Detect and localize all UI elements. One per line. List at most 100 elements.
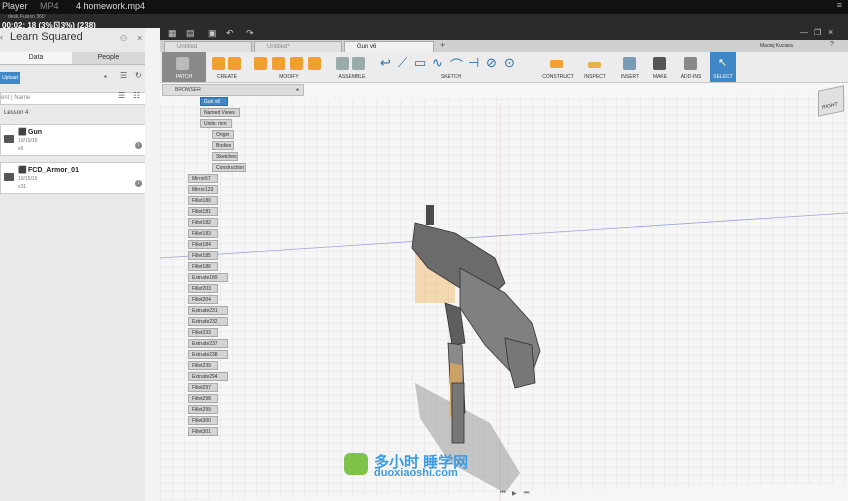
timeline-item[interactable]: Extrude232 (188, 317, 228, 326)
insert-menu[interactable]: INSERT (616, 52, 644, 82)
modify-menu[interactable]: MODIFY (250, 52, 328, 82)
timeline-item[interactable]: Extrude294 (188, 372, 228, 381)
timeline-item[interactable]: Fillet204 (188, 295, 218, 304)
timeline-item[interactable]: Fillet180 (188, 196, 218, 205)
timeline-item[interactable]: Fillet181 (188, 207, 218, 216)
browser-pin-icon[interactable]: ● (296, 85, 299, 95)
timeline-item[interactable]: Fillet239 (188, 361, 218, 370)
browser-panel-header[interactable]: BROWSER ● (162, 84, 304, 96)
user-name[interactable]: Maciej Kuciara (760, 43, 793, 49)
team-icon[interactable]: ⚇ (120, 34, 127, 43)
browser-node[interactable]: Named Views (200, 108, 240, 117)
back-arrow-icon[interactable]: ‹ (0, 32, 8, 44)
item-date: 10/15/15 (18, 138, 38, 144)
design-icon: ⬛ (18, 129, 27, 136)
doc-tab-gun[interactable]: Gun v6 (344, 41, 434, 52)
browser-node[interactable]: Origin (212, 130, 234, 139)
sketch-label: SKETCH (440, 74, 462, 80)
patch-icon (176, 57, 189, 70)
create-menu[interactable]: CREATE (210, 52, 244, 82)
timeline-item[interactable]: Fillet233 (188, 328, 218, 337)
window-close-icon[interactable]: × (828, 27, 833, 37)
view-cube[interactable]: RIGHT (818, 85, 844, 117)
player-menu-icon[interactable]: ≡ (837, 0, 842, 10)
timeline-item[interactable]: Extrude189 (188, 273, 228, 282)
timeline-item[interactable]: Mirror123 (188, 185, 218, 194)
inspect-menu[interactable]: INSPECT (580, 52, 610, 82)
project-title[interactable]: Learn Squared (10, 31, 83, 43)
new-folder-icon[interactable]: ▪ (104, 72, 112, 81)
panel-divider (145, 28, 160, 501)
timeline-item[interactable]: Extrude231 (188, 306, 228, 315)
timeline-item[interactable]: Fillet182 (188, 218, 218, 227)
timeline-item[interactable]: Fillet297 (188, 383, 218, 392)
viewport-canvas[interactable] (160, 83, 848, 501)
list-item[interactable]: ⬛ Gun 10/15/15 v6 i (0, 124, 146, 156)
measure-icon (588, 62, 601, 68)
upload-button[interactable]: Upload (0, 72, 20, 84)
breadcrumb-label: Lesson 4 (4, 110, 29, 116)
undo-icon[interactable]: ↶ (226, 28, 234, 39)
item-name: Gun (28, 129, 42, 136)
assemble-menu[interactable]: ASSEMBLE (334, 52, 370, 82)
timeline-item[interactable]: Fillet184 (188, 240, 218, 249)
timeline-item[interactable]: Fillet186 (188, 262, 218, 271)
insert-image-icon (623, 57, 636, 70)
play-forward-icon[interactable]: ⏭ (524, 490, 529, 497)
minimize-icon[interactable]: — (800, 28, 808, 37)
redo-icon[interactable]: ↷ (246, 28, 254, 39)
doc-tab-untitled-2[interactable]: Untitled* (254, 41, 342, 52)
refresh-icon[interactable]: ↻ (135, 71, 142, 80)
player-app-label[interactable]: Player (2, 1, 28, 11)
search-input[interactable]: Name (14, 95, 30, 101)
tab-people[interactable]: People (72, 52, 145, 64)
sort-icon[interactable]: ☷ (133, 91, 140, 100)
browser-node[interactable]: Construction (212, 163, 246, 172)
plane-icon (550, 60, 563, 68)
maximize-icon[interactable]: ❐ (814, 28, 821, 37)
file-icon[interactable]: ▤ (186, 28, 195, 39)
make-menu[interactable]: MAKE (646, 52, 674, 82)
timeline-item[interactable]: Mirror57 (188, 174, 218, 183)
close-icon[interactable]: × (137, 33, 142, 43)
data-panel: ‹ Learn Squared ⚇ × Data People Upload ▪… (0, 28, 160, 501)
info-icon[interactable]: i (135, 180, 142, 187)
data-tabs: Data People (0, 52, 145, 65)
tab-data[interactable]: Data (0, 52, 72, 64)
player-filename: 4 homework.mp4 (76, 1, 146, 11)
assemble-label: ASSEMBLE (338, 74, 366, 80)
timeline-item[interactable]: Fillet183 (188, 229, 218, 238)
save-icon[interactable]: ▣ (208, 28, 217, 39)
sketch-menu[interactable]: ↩ ⟋ ▭ ∿ ⌒ ⊣ ⊘ ⊙ SKETCH (376, 52, 526, 82)
grid-menu-icon[interactable]: ▦ (168, 28, 177, 39)
timeline-item[interactable]: Extrude237 (188, 339, 228, 348)
doc-tab-untitled[interactable]: Untitled (164, 41, 252, 52)
select-menu[interactable]: ↖ SELECT (710, 52, 736, 82)
workspace-switcher[interactable]: PATCH (162, 52, 206, 82)
timeline-item[interactable]: Fillet300 (188, 416, 218, 425)
timeline-item[interactable]: Fillet301 (188, 427, 218, 436)
browser-node[interactable]: Units: mm (200, 119, 232, 128)
play-back-icon[interactable]: ⏮ (500, 490, 505, 497)
timeline-item[interactable]: Fillet203 (188, 284, 218, 293)
add-ins-menu[interactable]: ADD-INS (676, 52, 706, 82)
play-icon[interactable]: ▶ (512, 490, 517, 497)
browser-node[interactable]: Sketches (212, 152, 238, 161)
gun-thumbnail (4, 135, 14, 143)
timeline-item[interactable]: Fillet298 (188, 394, 218, 403)
help-icon[interactable]: ? (830, 41, 834, 48)
construct-menu[interactable]: CONSTRUCT (538, 52, 578, 82)
timeline-item[interactable]: Fillet299 (188, 405, 218, 414)
breadcrumb[interactable]: Lesson 4 (4, 110, 28, 116)
timeline-item[interactable]: Fillet185 (188, 251, 218, 260)
fusion-title-strip: desk Fusion 360 00:02: 18 (3%ㄖ3%) (238) (0, 14, 848, 30)
browser-root[interactable]: Gun v6 (200, 97, 228, 106)
new-tab-icon[interactable]: + (440, 40, 445, 50)
list-view-icon[interactable]: ☰ (120, 71, 127, 80)
list-item[interactable]: ⬛ FCD_Armor_01 10/15/15 v31 i (0, 162, 146, 194)
extrude-icon (212, 57, 225, 70)
timeline-item[interactable]: Extrude238 (188, 350, 228, 359)
browser-node[interactable]: Bodies (212, 141, 234, 150)
grid-view-icon[interactable]: ☰ (118, 91, 125, 100)
info-icon[interactable]: i (135, 142, 142, 149)
